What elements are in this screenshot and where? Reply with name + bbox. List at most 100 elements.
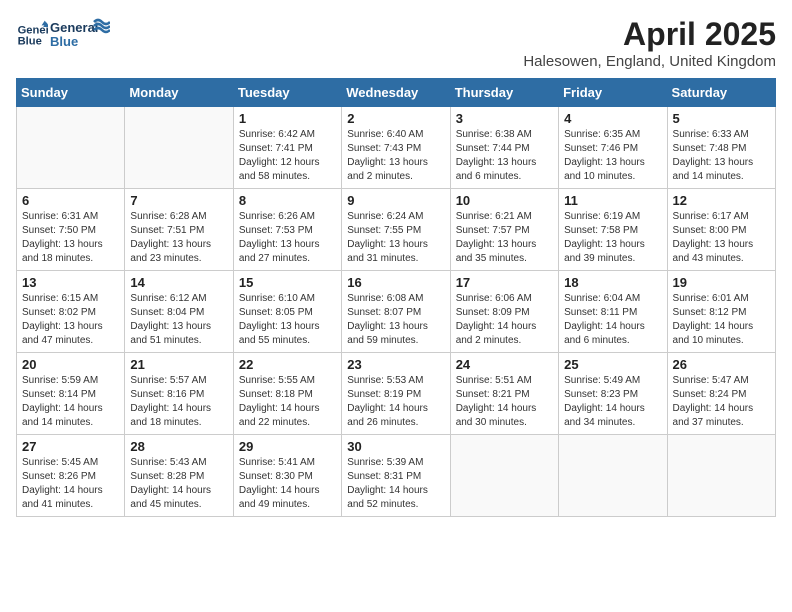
day-info: Sunrise: 6:17 AM Sunset: 8:00 PM Dayligh… (673, 210, 770, 266)
day-info: Sunrise: 6:38 AM Sunset: 7:44 PM Dayligh… (456, 128, 553, 184)
calendar-cell: 18 Sunrise: 6:04 AM Sunset: 8:11 PM Dayli… (559, 271, 667, 353)
day-info: Sunrise: 6:26 AM Sunset: 7:53 PM Dayligh… (239, 210, 336, 266)
day-number: 27 (22, 439, 119, 454)
col-header-wednesday: Wednesday (342, 79, 450, 107)
day-info: Sunrise: 5:53 AM Sunset: 8:19 PM Dayligh… (347, 374, 444, 430)
calendar-cell: 2 Sunrise: 6:40 AM Sunset: 7:43 PM Daylig… (342, 107, 450, 189)
calendar-cell: 21 Sunrise: 5:57 AM Sunset: 8:16 PM Dayli… (125, 353, 233, 435)
calendar-cell (125, 107, 233, 189)
day-info: Sunrise: 5:59 AM Sunset: 8:14 PM Dayligh… (22, 374, 119, 430)
calendar-cell: 8 Sunrise: 6:26 AM Sunset: 7:53 PM Daylig… (233, 189, 341, 271)
svg-text:Blue: Blue (18, 36, 42, 48)
col-header-tuesday: Tuesday (233, 79, 341, 107)
calendar-cell: 3 Sunrise: 6:38 AM Sunset: 7:44 PM Daylig… (450, 107, 558, 189)
day-number: 18 (564, 275, 661, 290)
day-number: 16 (347, 275, 444, 290)
day-number: 15 (239, 275, 336, 290)
logo-icon: General Blue (16, 19, 48, 51)
day-info: Sunrise: 6:01 AM Sunset: 8:12 PM Dayligh… (673, 292, 770, 348)
calendar-week-row: 27 Sunrise: 5:45 AM Sunset: 8:26 PM Dayli… (17, 435, 776, 517)
day-number: 10 (456, 193, 553, 208)
day-number: 1 (239, 111, 336, 126)
day-number: 6 (22, 193, 119, 208)
calendar-cell (667, 435, 775, 517)
day-number: 12 (673, 193, 770, 208)
calendar-cell: 29 Sunrise: 5:41 AM Sunset: 8:30 PM Dayli… (233, 435, 341, 517)
col-header-saturday: Saturday (667, 79, 775, 107)
calendar-week-row: 6 Sunrise: 6:31 AM Sunset: 7:50 PM Daylig… (17, 189, 776, 271)
day-number: 13 (22, 275, 119, 290)
calendar-cell: 28Sunrise: 5:43 AM Sunset: 8:28 PM Dayli… (125, 435, 233, 517)
day-number: 4 (564, 111, 661, 126)
calendar-cell: 24 Sunrise: 5:51 AM Sunset: 8:21 PM Dayli… (450, 353, 558, 435)
calendar-cell: 12 Sunrise: 6:17 AM Sunset: 8:00 PM Dayli… (667, 189, 775, 271)
calendar-cell (450, 435, 558, 517)
day-info: Sunrise: 6:06 AM Sunset: 8:09 PM Dayligh… (456, 292, 553, 348)
calendar-cell: 30 Sunrise: 5:39 AM Sunset: 8:31 PM Dayli… (342, 435, 450, 517)
location: Halesowen, England, United Kingdom (523, 53, 776, 70)
calendar-week-row: 20 Sunrise: 5:59 AM Sunset: 8:14 PM Dayli… (17, 353, 776, 435)
day-info: Sunrise: 6:40 AM Sunset: 7:43 PM Dayligh… (347, 128, 444, 184)
calendar-cell: 1Sunrise: 6:42 AM Sunset: 7:41 PM Daylig… (233, 107, 341, 189)
calendar-cell: 5Sunrise: 6:33 AM Sunset: 7:48 PM Daylig… (667, 107, 775, 189)
day-info: Sunrise: 6:24 AM Sunset: 7:55 PM Dayligh… (347, 210, 444, 266)
day-info: Sunrise: 5:51 AM Sunset: 8:21 PM Dayligh… (456, 374, 553, 430)
day-number: 17 (456, 275, 553, 290)
logo: General Blue General Blue (16, 16, 110, 54)
col-header-friday: Friday (559, 79, 667, 107)
day-info: Sunrise: 5:43 AM Sunset: 8:28 PM Dayligh… (130, 456, 227, 512)
day-info: Sunrise: 6:28 AM Sunset: 7:51 PM Dayligh… (130, 210, 227, 266)
calendar-cell: 15 Sunrise: 6:10 AM Sunset: 8:05 PM Dayli… (233, 271, 341, 353)
day-number: 29 (239, 439, 336, 454)
day-number: 30 (347, 439, 444, 454)
day-number: 20 (22, 357, 119, 372)
col-header-monday: Monday (125, 79, 233, 107)
col-header-thursday: Thursday (450, 79, 558, 107)
day-number: 3 (456, 111, 553, 126)
day-info: Sunrise: 6:10 AM Sunset: 8:05 PM Dayligh… (239, 292, 336, 348)
day-number: 21 (130, 357, 227, 372)
day-number: 8 (239, 193, 336, 208)
day-info: Sunrise: 6:21 AM Sunset: 7:57 PM Dayligh… (456, 210, 553, 266)
day-number: 24 (456, 357, 553, 372)
calendar-cell: 26Sunrise: 5:47 AM Sunset: 8:24 PM Dayli… (667, 353, 775, 435)
svg-text:General: General (50, 20, 98, 35)
day-number: 23 (347, 357, 444, 372)
calendar-cell: 6 Sunrise: 6:31 AM Sunset: 7:50 PM Daylig… (17, 189, 125, 271)
calendar-week-row: 1Sunrise: 6:42 AM Sunset: 7:41 PM Daylig… (17, 107, 776, 189)
svg-text:Blue: Blue (50, 34, 78, 49)
calendar-cell: 10 Sunrise: 6:21 AM Sunset: 7:57 PM Dayli… (450, 189, 558, 271)
day-info: Sunrise: 6:04 AM Sunset: 8:11 PM Dayligh… (564, 292, 661, 348)
day-info: Sunrise: 6:33 AM Sunset: 7:48 PM Dayligh… (673, 128, 770, 184)
calendar-cell: 25 Sunrise: 5:49 AM Sunset: 8:23 PM Dayli… (559, 353, 667, 435)
day-info: Sunrise: 5:49 AM Sunset: 8:23 PM Dayligh… (564, 374, 661, 430)
calendar-header-row: SundayMondayTuesdayWednesdayThursdayFrid… (17, 79, 776, 107)
page-header: General Blue General Blue April 2025 Hal… (16, 16, 776, 70)
calendar-table: SundayMondayTuesdayWednesdayThursdayFrid… (16, 78, 776, 517)
calendar-cell: 9Sunrise: 6:24 AM Sunset: 7:55 PM Daylig… (342, 189, 450, 271)
day-number: 25 (564, 357, 661, 372)
calendar-cell: 11 Sunrise: 6:19 AM Sunset: 7:58 PM Dayli… (559, 189, 667, 271)
calendar-cell (559, 435, 667, 517)
day-number: 19 (673, 275, 770, 290)
logo-wave-icon: General Blue (50, 16, 110, 54)
calendar-cell (17, 107, 125, 189)
day-number: 2 (347, 111, 444, 126)
calendar-week-row: 13Sunrise: 6:15 AM Sunset: 8:02 PM Dayli… (17, 271, 776, 353)
day-number: 22 (239, 357, 336, 372)
day-info: Sunrise: 6:19 AM Sunset: 7:58 PM Dayligh… (564, 210, 661, 266)
day-info: Sunrise: 5:41 AM Sunset: 8:30 PM Dayligh… (239, 456, 336, 512)
day-info: Sunrise: 5:57 AM Sunset: 8:16 PM Dayligh… (130, 374, 227, 430)
day-info: Sunrise: 5:45 AM Sunset: 8:26 PM Dayligh… (22, 456, 119, 512)
day-info: Sunrise: 5:47 AM Sunset: 8:24 PM Dayligh… (673, 374, 770, 430)
col-header-sunday: Sunday (17, 79, 125, 107)
title-block: April 2025 Halesowen, England, United Ki… (523, 16, 776, 70)
calendar-cell: 14Sunrise: 6:12 AM Sunset: 8:04 PM Dayli… (125, 271, 233, 353)
calendar-cell: 7Sunrise: 6:28 AM Sunset: 7:51 PM Daylig… (125, 189, 233, 271)
day-info: Sunrise: 6:31 AM Sunset: 7:50 PM Dayligh… (22, 210, 119, 266)
day-info: Sunrise: 5:39 AM Sunset: 8:31 PM Dayligh… (347, 456, 444, 512)
calendar-cell: 13Sunrise: 6:15 AM Sunset: 8:02 PM Dayli… (17, 271, 125, 353)
day-info: Sunrise: 6:12 AM Sunset: 8:04 PM Dayligh… (130, 292, 227, 348)
day-info: Sunrise: 5:55 AM Sunset: 8:18 PM Dayligh… (239, 374, 336, 430)
day-number: 11 (564, 193, 661, 208)
